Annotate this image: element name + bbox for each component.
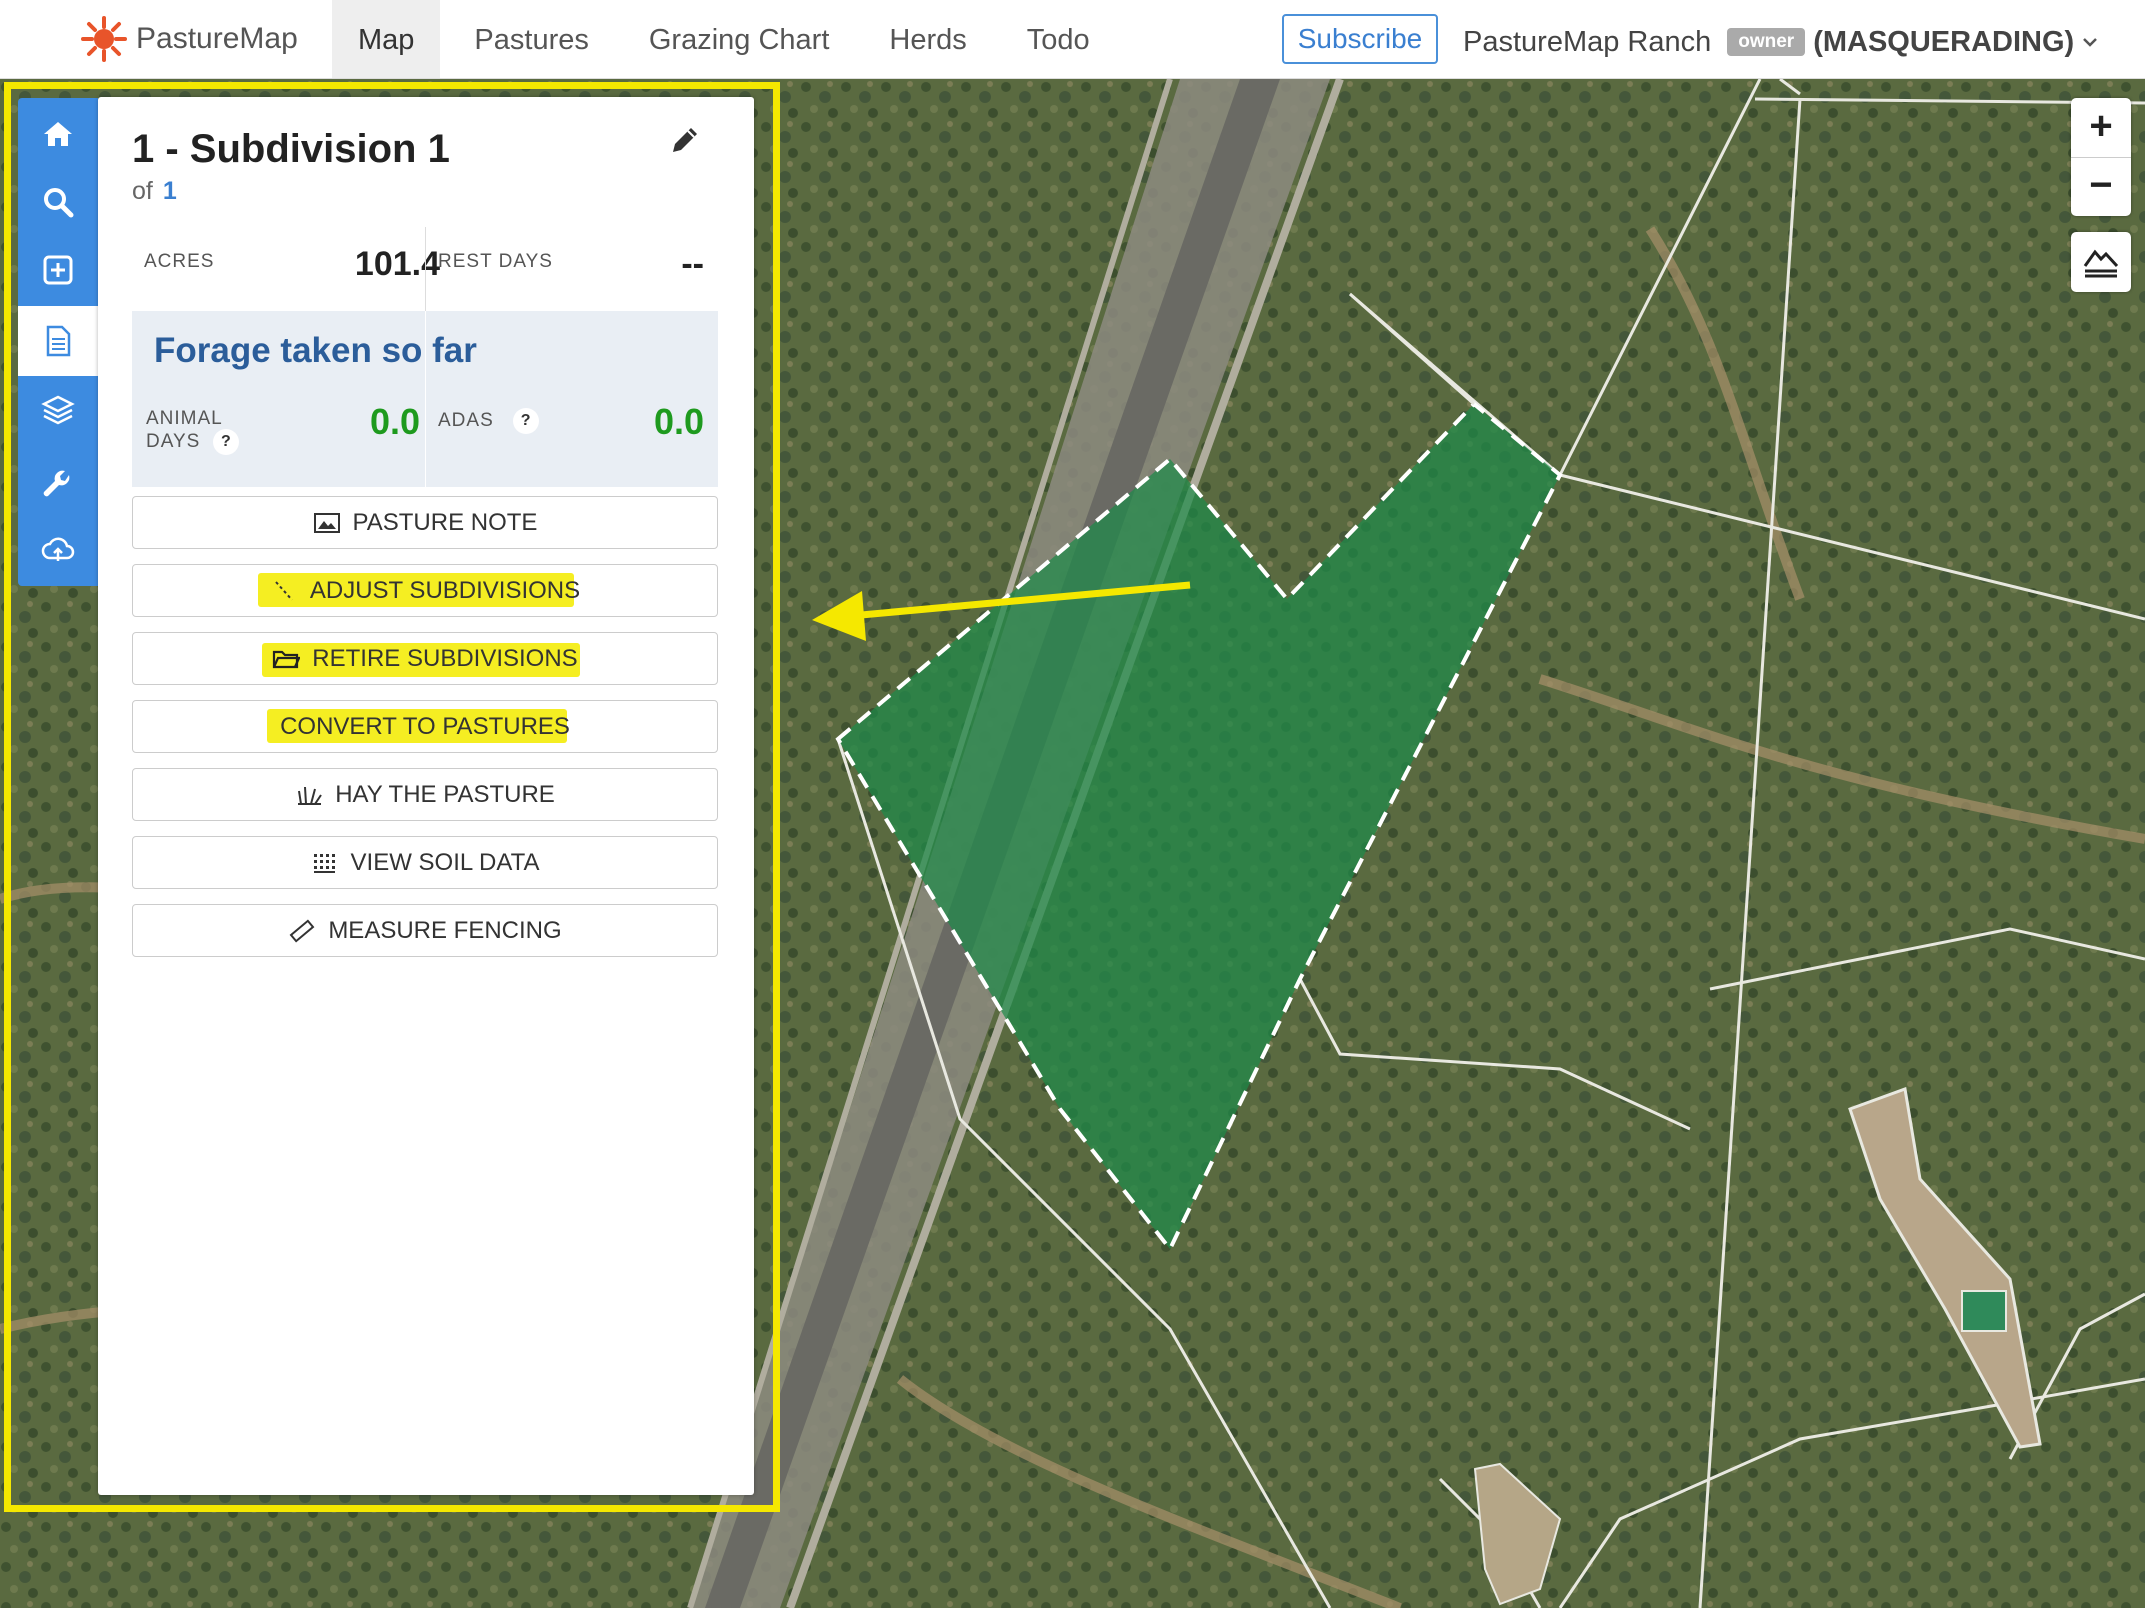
image-icon — [313, 512, 340, 533]
rest-days-value: -- — [681, 245, 704, 283]
sidebar-item-search[interactable] — [18, 170, 98, 234]
stats-row: ACRES 101.4 REST DAYS -- — [132, 227, 718, 311]
hay-the-pasture-button[interactable]: HAY THE PASTURE — [132, 768, 718, 821]
pasture-note-button[interactable]: PASTURE NOTE — [132, 496, 718, 549]
button-content: RETIRE SUBDIVISIONS — [272, 644, 578, 673]
sidebar-item-tools[interactable] — [18, 454, 98, 518]
zoom-control: + − — [2071, 98, 2131, 216]
button-label: VIEW SOIL DATA — [350, 848, 540, 876]
folder-icon — [273, 650, 301, 668]
sidebar-icon-bar — [18, 98, 98, 586]
search-icon — [44, 188, 74, 218]
measure-fencing-button[interactable]: MEASURE FENCING — [132, 904, 718, 957]
convert-to-pastures-button[interactable]: CONVERT TO PASTURES — [132, 700, 718, 753]
help-icon[interactable]: ? — [512, 408, 539, 434]
terrain-icon — [2083, 249, 2119, 278]
button-label: HAY THE PASTURE — [335, 780, 555, 808]
animal-days-value: 0.0 — [369, 401, 420, 442]
sidebar-item-details[interactable] — [18, 306, 98, 376]
button-label: ADJUST SUBDIVISIONS — [309, 576, 581, 604]
subdivision-count: of 1 — [132, 177, 177, 206]
nav-map[interactable]: Map — [332, 0, 441, 78]
of-label: of — [132, 177, 153, 205]
button-label: PASTURE NOTE — [352, 508, 538, 536]
subscribe-button[interactable]: Subscribe — [1282, 14, 1438, 64]
logo-text: PastureMap — [136, 22, 298, 55]
button-content: ADJUST SUBDIVISIONS — [270, 577, 580, 605]
top-navbar: PastureMap Map Pastures Grazing Chart He… — [0, 0, 2145, 79]
wrench-icon — [43, 470, 70, 497]
adas-label-text: ADAS — [438, 410, 494, 432]
button-content: CONVERT TO PASTURES — [280, 713, 570, 741]
sidebar-item-sync[interactable] — [18, 518, 98, 582]
acres-label: ACRES — [144, 251, 215, 272]
zoom-out-button[interactable]: − — [2071, 157, 2131, 216]
of-count-link[interactable]: 1 — [163, 177, 177, 205]
button-content: VIEW SOIL DATA — [311, 848, 540, 877]
stats-divider — [425, 227, 426, 311]
adjust-subdivisions-button[interactable]: ADJUST SUBDIVISIONS — [132, 564, 718, 617]
layers-icon — [41, 395, 75, 425]
acres-value: 101.4 — [354, 245, 440, 283]
cloud-upload-icon — [41, 537, 75, 561]
zoom-in-button[interactable]: + — [2071, 98, 2131, 157]
animal-days-label-line1: ANIMAL — [146, 408, 223, 429]
adas-label: ADAS ? — [438, 408, 539, 434]
nav-pastures[interactable]: Pastures — [448, 0, 614, 78]
ruler-icon — [289, 918, 315, 943]
main-nav: Map Pastures Grazing Chart Herds Todo — [332, 0, 1124, 78]
forage-section: Forage taken so far ANIMAL DAYS ? 0.0 AD… — [132, 311, 718, 487]
line-icon — [275, 580, 293, 601]
chevron-down-icon — [2083, 38, 2098, 47]
add-icon — [43, 255, 73, 285]
button-label: MEASURE FENCING — [328, 916, 562, 944]
adas-value: 0.0 — [653, 401, 704, 442]
sidebar-item-add[interactable] — [18, 238, 98, 302]
forage-title: Forage taken so far — [154, 331, 477, 370]
document-icon — [46, 325, 71, 357]
ranch-name: PastureMap Ranch — [1463, 25, 1712, 58]
button-label: RETIRE SUBDIVISIONS — [312, 644, 578, 672]
subdivision-detail-panel: 1 - Subdivision 1 of 1 ACRES 101.4 REST D… — [98, 97, 754, 1495]
nav-grazing-chart[interactable]: Grazing Chart — [623, 0, 856, 78]
nav-todo[interactable]: Todo — [1001, 0, 1116, 78]
animal-days-label: ANIMAL DAYS ? — [146, 408, 239, 455]
button-label: CONVERT TO PASTURES — [280, 712, 570, 740]
forage-divider — [425, 311, 426, 487]
retire-subdivisions-button[interactable]: RETIRE SUBDIVISIONS — [132, 632, 718, 685]
pencil-icon[interactable] — [668, 123, 702, 157]
button-content: PASTURE NOTE — [313, 508, 538, 537]
sun-logo-icon — [81, 16, 127, 62]
water-pond — [1961, 1290, 2007, 1332]
app-logo[interactable]: PastureMap — [80, 16, 298, 62]
nav-herds[interactable]: Herds — [863, 0, 992, 78]
terrain-toggle-button[interactable] — [2071, 232, 2131, 292]
grid-icon — [313, 853, 335, 873]
view-soil-data-button[interactable]: VIEW SOIL DATA — [132, 836, 718, 889]
help-icon[interactable]: ? — [212, 429, 239, 455]
button-content: HAY THE PASTURE — [295, 781, 555, 809]
masquerading-label: (MASQUERADING) — [1813, 25, 2075, 58]
sidebar-item-layers[interactable] — [18, 378, 98, 442]
grass-icon — [298, 786, 323, 805]
sidebar-item-home[interactable] — [18, 102, 98, 166]
ranch-menu[interactable]: PastureMap Ranch owner (MASQUERADING) — [1463, 20, 2098, 64]
rest-days-label: REST DAYS — [438, 251, 553, 272]
animal-days-label-text: DAYS — [146, 431, 201, 453]
button-content: MEASURE FENCING — [288, 916, 562, 945]
animal-days-label-line2: DAYS ? — [146, 429, 239, 455]
role-badge: owner — [1727, 28, 1806, 56]
page-title: 1 - Subdivision 1 — [132, 127, 450, 171]
home-icon — [44, 122, 72, 146]
